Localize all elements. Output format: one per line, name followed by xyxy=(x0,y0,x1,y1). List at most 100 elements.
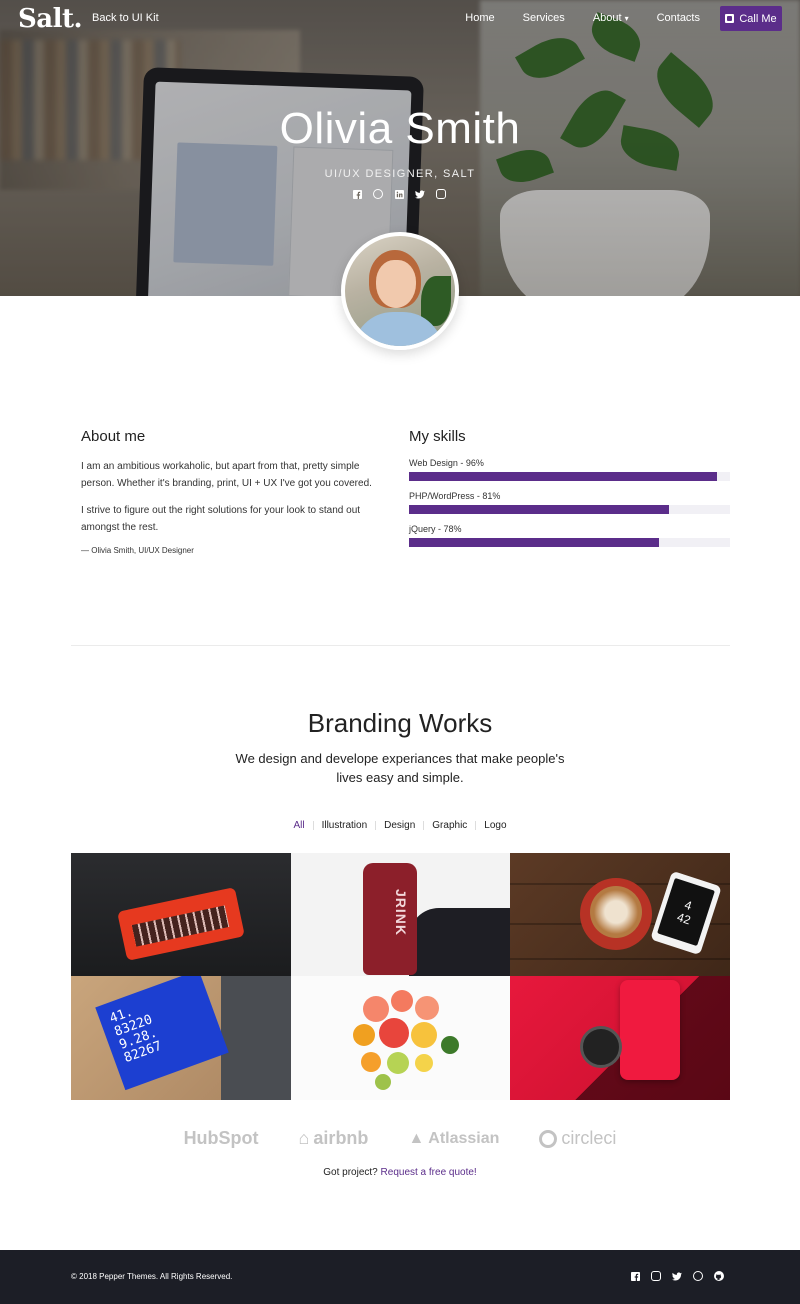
quote-cta: Got project? Request a free quote! xyxy=(0,1167,800,1178)
nav-item-about-label: About xyxy=(592,12,622,24)
skill-progress-track xyxy=(409,472,730,481)
about-title: About me xyxy=(81,428,146,445)
portfolio-item-coffee[interactable]: 4 42 xyxy=(510,853,730,976)
filter-illustration[interactable]: Illustration xyxy=(314,820,376,831)
fruit xyxy=(411,1022,437,1048)
coffee-latte xyxy=(590,886,642,938)
fruit xyxy=(353,1024,375,1046)
airbnb-logo-text: airbnb xyxy=(313,1128,369,1148)
instagram-icon-shape xyxy=(651,1271,661,1281)
twitter-icon[interactable] xyxy=(672,1271,682,1281)
fruit xyxy=(441,1036,459,1054)
fruit xyxy=(415,996,439,1020)
nav-item-about[interactable]: About ▾ xyxy=(593,12,629,24)
portfolio-item-red-gadgets[interactable] xyxy=(510,976,730,1100)
skill-progress-track xyxy=(409,505,730,514)
portfolio-item-typewriter[interactable] xyxy=(71,853,291,976)
section-divider xyxy=(71,645,730,646)
airbnb-logo: ⌂ airbnb xyxy=(299,1128,369,1149)
nav-item-home[interactable]: Home xyxy=(465,12,494,24)
facebook-icon[interactable] xyxy=(630,1271,640,1281)
bottle-label: JRINK xyxy=(393,889,409,937)
airbnb-icon: ⌂ xyxy=(298,1128,310,1148)
portfolio-item-notebook[interactable]: 41. 83220 9.28. 82267 xyxy=(71,976,291,1100)
dribbble-icon-shape xyxy=(693,1271,703,1281)
dribbble-icon[interactable] xyxy=(373,189,383,199)
filter-logo[interactable]: Logo xyxy=(476,820,514,831)
fruit xyxy=(363,996,389,1022)
instagram-icon[interactable] xyxy=(651,1271,661,1281)
atlassian-logo-text: Atlassian xyxy=(428,1129,500,1147)
skill-progress-bar xyxy=(409,538,660,547)
quote-prefix: Got project? xyxy=(323,1167,378,1178)
avatar-face xyxy=(376,260,416,308)
footer: © 2018 Pepper Themes. All Rights Reserve… xyxy=(0,1250,800,1304)
red-phone xyxy=(620,980,680,1080)
skills-title: My skills xyxy=(409,428,466,445)
logo[interactable]: Salt. xyxy=(18,4,83,34)
notebook-digits: 41. 83220 9.28. 82267 xyxy=(95,976,229,1091)
fruit xyxy=(387,1052,409,1074)
facebook-icon[interactable] xyxy=(352,189,362,199)
fruit xyxy=(379,1018,409,1048)
portfolio-filters: All Illustration Design Graphic Logo xyxy=(0,820,800,831)
skills-section: My skills Web Design - 96% PHP/WordPress… xyxy=(409,428,730,557)
back-to-ui-kit-link[interactable]: Back to UI Kit xyxy=(92,12,159,24)
fruit xyxy=(391,990,413,1012)
profile-name: Olivia Smith xyxy=(279,104,521,153)
skill-progress-bar xyxy=(409,472,718,481)
phone-time-minute: 42 xyxy=(675,909,693,928)
portfolio-grid: JRINK 4 42 41. 83220 9.28. 82267 xyxy=(71,853,730,1100)
skill-progress-track xyxy=(409,538,730,547)
watch xyxy=(580,1026,622,1068)
circleci-logo-text: circleci xyxy=(561,1128,617,1148)
hand-shape xyxy=(409,908,510,976)
wood-plank xyxy=(510,958,730,960)
instagram-icon[interactable] xyxy=(436,189,446,199)
portfolio-item-fruits[interactable] xyxy=(291,976,510,1100)
copyright-text: © 2018 Pepper Themes. All Rights Reserve… xyxy=(71,1272,233,1281)
fruit xyxy=(375,1074,391,1090)
call-me-button[interactable]: Call Me xyxy=(720,6,782,31)
profile-avatar xyxy=(341,232,459,350)
circleci-icon xyxy=(539,1129,558,1148)
filter-graphic[interactable]: Graphic xyxy=(424,820,475,831)
filter-design[interactable]: Design xyxy=(376,820,423,831)
instagram-icon-shape xyxy=(436,189,446,199)
laptop-shape xyxy=(221,976,291,1100)
atlassian-logo: ▲ Atlassian xyxy=(408,1130,499,1148)
dribbble-icon[interactable] xyxy=(693,1271,703,1281)
about-section: About me I am an ambitious workaholic, b… xyxy=(81,428,381,555)
request-quote-link[interactable]: Request a free quote! xyxy=(381,1167,477,1178)
nav-item-contacts[interactable]: Contacts xyxy=(657,12,700,24)
filter-all[interactable]: All xyxy=(285,820,312,831)
skill-item: Web Design - 96% xyxy=(409,458,730,481)
about-signature: — Olivia Smith, UI/UX Designer xyxy=(81,546,194,555)
hero-social-links xyxy=(352,189,446,199)
hubspot-logo: HubSpot xyxy=(184,1128,259,1149)
profile-role: UI/UX DESIGNER, SALT xyxy=(324,168,476,180)
branding-title: Branding Works xyxy=(307,708,493,738)
phone-time: 4 42 xyxy=(675,897,696,928)
skill-label: jQuery - 78% xyxy=(409,524,462,534)
skill-progress-bar xyxy=(409,505,669,514)
atlassian-icon: ▲ xyxy=(408,1129,425,1147)
linkedin-icon[interactable] xyxy=(394,189,404,199)
skill-item: PHP/WordPress - 81% xyxy=(409,491,730,514)
skill-label: PHP/WordPress - 81% xyxy=(409,491,501,501)
footer-social-links xyxy=(630,1271,724,1281)
nav-menu: Home Services About ▾ Contacts xyxy=(437,12,700,24)
nav-item-services[interactable]: Services xyxy=(523,12,565,24)
about-paragraph-1: I am an ambitious workaholic, but apart … xyxy=(81,461,372,489)
chevron-down-icon: ▾ xyxy=(624,14,629,23)
github-icon[interactable] xyxy=(714,1271,724,1281)
portfolio-item-bottle[interactable]: JRINK xyxy=(291,853,510,976)
phone-icon xyxy=(725,14,735,23)
hubspot-logo-text: HubSpot xyxy=(183,1128,259,1148)
twitter-icon[interactable] xyxy=(415,189,425,199)
branding-subtitle: We design and develope experiances that … xyxy=(235,751,565,785)
circleci-logo: circleci xyxy=(539,1128,616,1149)
call-me-label: Call Me xyxy=(739,12,777,25)
skill-item: jQuery - 78% xyxy=(409,524,730,547)
about-paragraph-2: I strive to figure out the right solutio… xyxy=(81,505,361,533)
